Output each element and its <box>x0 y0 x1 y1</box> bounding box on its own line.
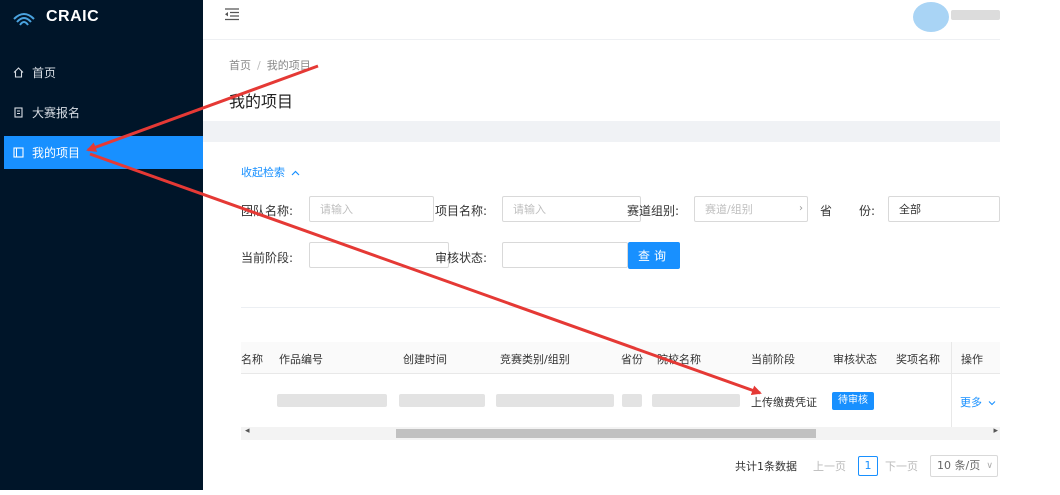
page-size-value: 10 条/页 <box>937 459 981 472</box>
redacted-category <box>496 394 614 407</box>
col-review-status: 审核状态 <box>833 353 877 366</box>
col-created-time: 创建时间 <box>403 353 447 366</box>
pagination-prev[interactable]: 上一页 <box>813 458 846 474</box>
scrollbar-thumb[interactable] <box>396 429 816 438</box>
review-status-label: 审核状态: <box>435 251 488 265</box>
redacted-work-number <box>277 394 387 407</box>
status-badge: 待审核 <box>832 392 874 410</box>
scroll-right-icon[interactable]: ▸ <box>993 426 998 436</box>
breadcrumb-separator: / <box>257 59 261 72</box>
team-name-input[interactable] <box>309 196 434 222</box>
pagination-total: 共计1条数据 <box>735 460 797 473</box>
app-logo[interactable]: CRAIC <box>12 4 99 30</box>
col-award-name: 奖项名称 <box>896 353 940 366</box>
col-province: 省份 <box>621 353 643 366</box>
menu-fold-icon[interactable] <box>223 6 241 22</box>
page-size-select[interactable]: 10 条/页 ∨ <box>930 455 998 477</box>
stage-select[interactable] <box>309 242 449 268</box>
project-name-input[interactable] <box>502 196 641 222</box>
col-work-number: 作品编号 <box>279 353 323 366</box>
col-actions: 操作 <box>961 353 983 366</box>
redacted-created-time <box>399 394 485 407</box>
query-button[interactable]: 查询 <box>628 242 680 269</box>
divider <box>241 307 1000 308</box>
collapse-search-label: 收起检索 <box>241 166 285 179</box>
more-actions-label: 更多 <box>960 396 982 409</box>
province-label-part2: 份: <box>859 204 876 218</box>
logo-icon <box>13 13 35 26</box>
collapse-search-link[interactable]: 收起检索 <box>241 164 300 180</box>
pagination-next[interactable]: 下一页 <box>885 458 918 474</box>
page-header: 首页 / 我的项目 我的项目 <box>203 41 1000 121</box>
chevron-down-icon: ∨ <box>986 461 993 471</box>
home-icon <box>12 67 24 79</box>
track-group-label: 赛道组别: <box>627 204 680 218</box>
chevron-up-icon <box>291 170 299 176</box>
user-name-redacted[interactable] <box>951 10 1000 20</box>
province-value: 全部 <box>899 203 921 216</box>
sidebar-item-label: 我的项目 <box>32 146 81 160</box>
table-header: 名称 作品编号 创建时间 竞赛类别/组别 省份 院校名称 当前阶段 审核状态 奖… <box>241 342 1000 374</box>
main-content: 收起检索 团队名称: 项目名称: 赛道组别: 赛道/组别 › 省 份: 全部 当… <box>203 142 1000 490</box>
scroll-left-icon[interactable]: ◂ <box>245 426 250 436</box>
sidebar-item-label: 首页 <box>32 66 57 80</box>
more-actions-link[interactable]: 更多 <box>960 394 996 410</box>
sidebar-item-home[interactable]: 首页 <box>4 56 203 89</box>
redacted-province <box>622 394 642 407</box>
col-school-name: 院校名称 <box>657 353 701 366</box>
stage-label: 当前阶段: <box>241 251 294 265</box>
signup-icon <box>12 107 24 119</box>
review-status-select[interactable] <box>502 242 628 268</box>
track-group-select[interactable]: 赛道/组别 › <box>694 196 808 222</box>
breadcrumb-current: 我的项目 <box>266 59 311 72</box>
project-name-label: 项目名称: <box>435 204 488 218</box>
sidebar: CRAIC 首页 大赛报名 我的项目 <box>0 0 203 490</box>
chevron-right-icon: › <box>799 203 803 214</box>
fixed-column-separator <box>951 342 952 427</box>
project-icon <box>12 147 24 159</box>
province-label-part1: 省 <box>820 204 833 218</box>
province-select[interactable]: 全部 <box>888 196 1000 222</box>
team-name-label: 团队名称: <box>241 204 294 218</box>
sidebar-item-my-projects[interactable]: 我的项目 <box>4 136 203 169</box>
pagination-page-1[interactable]: 1 <box>858 456 878 476</box>
col-category-group: 竞赛类别/组别 <box>500 353 570 366</box>
col-name: 名称 <box>241 353 263 366</box>
avatar[interactable] <box>913 2 949 32</box>
page-title: 我的项目 <box>229 92 294 111</box>
table-row: 上传缴费凭证 待审核 更多 <box>241 375 1000 427</box>
section-gap <box>203 121 1000 142</box>
sidebar-item-signup[interactable]: 大赛报名 <box>4 96 203 129</box>
horizontal-scrollbar[interactable]: ◂ ▸ <box>241 426 1000 440</box>
breadcrumb: 首页 / 我的项目 <box>229 57 311 73</box>
redacted-school <box>652 394 740 407</box>
chevron-down-icon <box>988 401 995 406</box>
sidebar-item-label: 大赛报名 <box>32 106 81 120</box>
track-group-placeholder: 赛道/组别 <box>705 203 753 216</box>
current-stage-cell: 上传缴费凭证 <box>751 396 817 409</box>
breadcrumb-home[interactable]: 首页 <box>229 59 251 72</box>
col-current-stage: 当前阶段 <box>751 353 795 366</box>
top-bar <box>203 0 1000 40</box>
app-name: CRAIC <box>46 8 100 25</box>
